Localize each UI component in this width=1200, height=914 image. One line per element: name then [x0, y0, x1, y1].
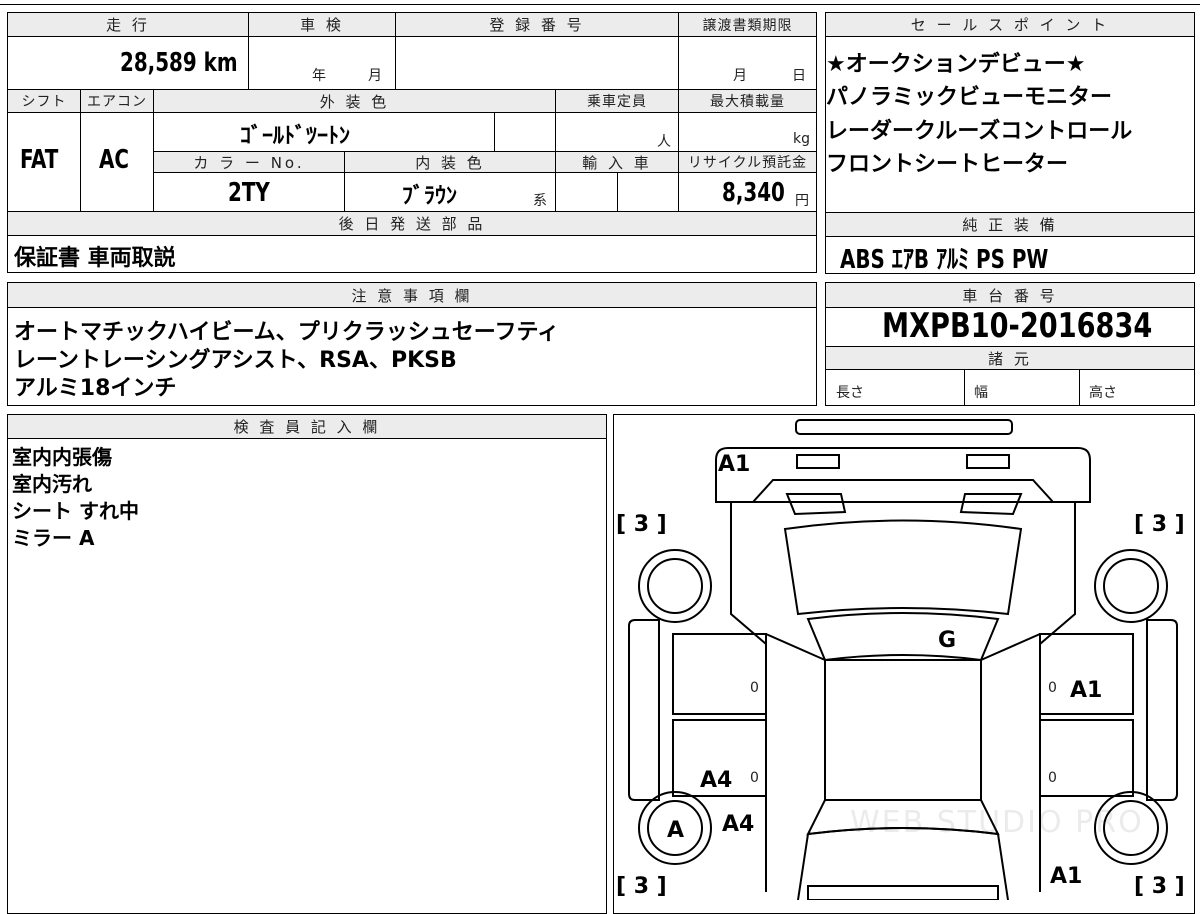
sales-point-4: フロントシートヒーター [826, 152, 1069, 177]
mark-left-rear-a4-b: A4 [722, 812, 755, 837]
import-header: 輸 入 車 [556, 152, 678, 172]
registration-header: 登 録 番 号 [396, 13, 678, 36]
mark-bl-3: [ 3 ] [616, 874, 667, 899]
chassis-number: MXPB10-2016834 [882, 306, 1153, 346]
mark-zero-3: 0 [750, 770, 759, 786]
recycle-header: リサイクル預託金 [679, 152, 816, 172]
mark-br-3: [ 3 ] [1134, 874, 1185, 899]
inspector-line-3: シート すれ中 [12, 499, 139, 523]
color-no-value: 2TY [228, 178, 270, 208]
interior-color-value: ﾌﾞﾗｳﾝ [402, 184, 458, 209]
notes-line-3: アルミ18インチ [14, 376, 177, 401]
mark-zero-1: 0 [750, 680, 759, 696]
mark-left-rear-wheel-a: A [667, 818, 685, 843]
inspector-line-2: 室内汚れ [12, 472, 92, 496]
exterior-color-value: ｺﾞｰﾙﾄﾞﾂｰﾄﾝ [240, 124, 351, 149]
notes-header: 注 意 事 項 欄 [8, 283, 816, 307]
interior-color-header: 内 装 色 [345, 152, 555, 172]
transfer-deadline-header: 譲渡書類期限 [679, 13, 816, 36]
later-parts-value: 保証書 車両取説 [14, 246, 176, 271]
exterior-color-header: 外 装 色 [154, 90, 555, 112]
inspector-line-4: ミラー A [12, 526, 95, 550]
mark-zero-4: 0 [1048, 770, 1057, 786]
genuine-equipment-value: ABS ｴｱB ｱﾙﾐ PS PW [840, 245, 1049, 275]
mark-front-a1: A1 [718, 452, 751, 477]
capacity-unit: 人 [657, 134, 671, 150]
spec-length-label: 長さ [836, 385, 864, 401]
ac-header: エアコン [81, 90, 153, 112]
capacity-header: 乗車定員 [556, 90, 678, 112]
spec-height-label: 高さ [1089, 385, 1117, 401]
sales-point-2: パノラミックビューモニター [826, 85, 1113, 110]
recycle-unit: 円 [795, 193, 809, 209]
sales-points-header: セ ー ル ス ポ イ ン ト [826, 13, 1194, 36]
color-no-header: カ ラ ー No. [154, 152, 344, 172]
genuine-equipment-header: 純 正 装 備 [826, 213, 1194, 236]
mark-rear-right-a1: A1 [1050, 864, 1083, 889]
max-load-unit: kg [793, 131, 810, 147]
mark-tl-3: [ 3 ] [616, 512, 667, 537]
inspector-line-1: 室内内張傷 [12, 445, 112, 469]
mileage-value: 28,589 km [120, 48, 238, 78]
inspection-year-unit: 年 [312, 68, 326, 84]
transfer-day-unit: 日 [792, 68, 806, 84]
inspection-header: 車 検 [249, 13, 395, 36]
transfer-month-unit: 月 [733, 68, 747, 84]
inspector-box [7, 414, 607, 914]
later-parts-header: 後 日 発 送 部 品 [8, 212, 816, 235]
top-strip-line [0, 4, 1200, 5]
sales-point-3: レーダークルーズコントロール [826, 119, 1133, 144]
sales-point-1: ★オークションデビュー★ [826, 52, 1086, 77]
mark-right-door-a1: A1 [1070, 678, 1103, 703]
mark-left-rear-a4-a: A4 [700, 768, 733, 793]
inspection-month-unit: 月 [368, 68, 382, 84]
ac-value: AC [99, 145, 129, 175]
max-load-header: 最大積載量 [679, 90, 816, 112]
mark-zero-2: 0 [1048, 680, 1057, 696]
inspector-header: 検 査 員 記 入 欄 [8, 415, 606, 438]
chassis-header: 車 台 番 号 [826, 283, 1194, 307]
mileage-header: 走 行 [8, 13, 248, 36]
watermark: WEB STUDIO PRO [850, 805, 1144, 840]
mark-glass-g: G [938, 628, 957, 653]
mark-tr-3: [ 3 ] [1134, 512, 1185, 537]
recycle-fee-value: 8,340 [722, 178, 785, 208]
shift-value: FAT [20, 145, 59, 175]
shift-header: シフト [8, 90, 80, 112]
spec-width-label: 幅 [974, 385, 988, 401]
interior-suffix: 系 [533, 193, 547, 209]
specs-header: 諸 元 [826, 347, 1194, 369]
